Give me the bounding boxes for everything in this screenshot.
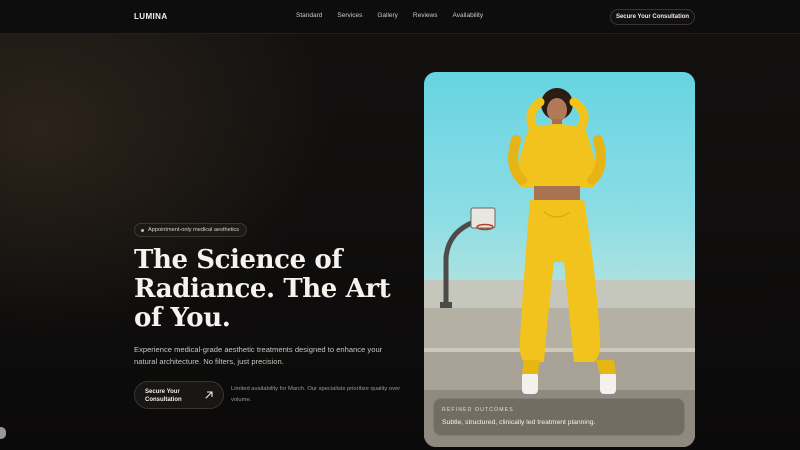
hero-photo [424, 72, 695, 447]
hero-headline: The Science of Radiance. The Art of You. [134, 246, 414, 333]
nav-link-gallery[interactable]: Gallery [377, 12, 398, 19]
nav-link-reviews[interactable]: Reviews [413, 12, 438, 19]
hero-subtext: Experience medical-grade aesthetic treat… [134, 345, 383, 366]
nav-consultation-button[interactable]: Secure Your Consultation [610, 9, 695, 25]
arrow-up-right-icon [205, 391, 213, 399]
nav-link-standard[interactable]: Standard [296, 12, 322, 19]
appointment-badge: Appointment-only medical aesthetics [134, 223, 248, 237]
hero-cta-label-line-1: Secure Your [145, 389, 180, 395]
page: LUMINA Standard Services Gallery Reviews… [0, 0, 800, 450]
scroll-indicator[interactable] [0, 427, 6, 439]
availability-note: Limited availability for March. Our spec… [231, 386, 401, 403]
nav-link-services[interactable]: Services [337, 12, 362, 19]
nav-links: Standard Services Gallery Reviews Availa… [296, 12, 498, 19]
overlay-description: Subtle, structured, clinically led treat… [442, 419, 596, 426]
hero-cta-label: Secure Your Consultation [145, 388, 200, 404]
headline-line-2: Radiance. The Art [134, 274, 391, 304]
refined-outcomes-card: REFINED OUTCOMES Subtle, structured, cli… [433, 398, 685, 436]
hero-consultation-button[interactable]: Secure Your Consultation [134, 381, 224, 409]
top-nav: LUMINA Standard Services Gallery Reviews… [0, 0, 800, 34]
brand-logo[interactable]: LUMINA [134, 12, 168, 21]
hero-cta-label-line-2: Consultation [145, 397, 182, 403]
dot-icon [141, 228, 144, 232]
model-illustration [424, 88, 695, 447]
overlay-eyebrow: REFINED OUTCOMES [442, 407, 514, 413]
nav-link-availability[interactable]: Availability [452, 12, 483, 19]
headline-line-1: The Science of [134, 245, 343, 275]
headline-line-3: of You. [134, 303, 231, 333]
badge-label: Appointment-only medical aesthetics [148, 227, 240, 233]
